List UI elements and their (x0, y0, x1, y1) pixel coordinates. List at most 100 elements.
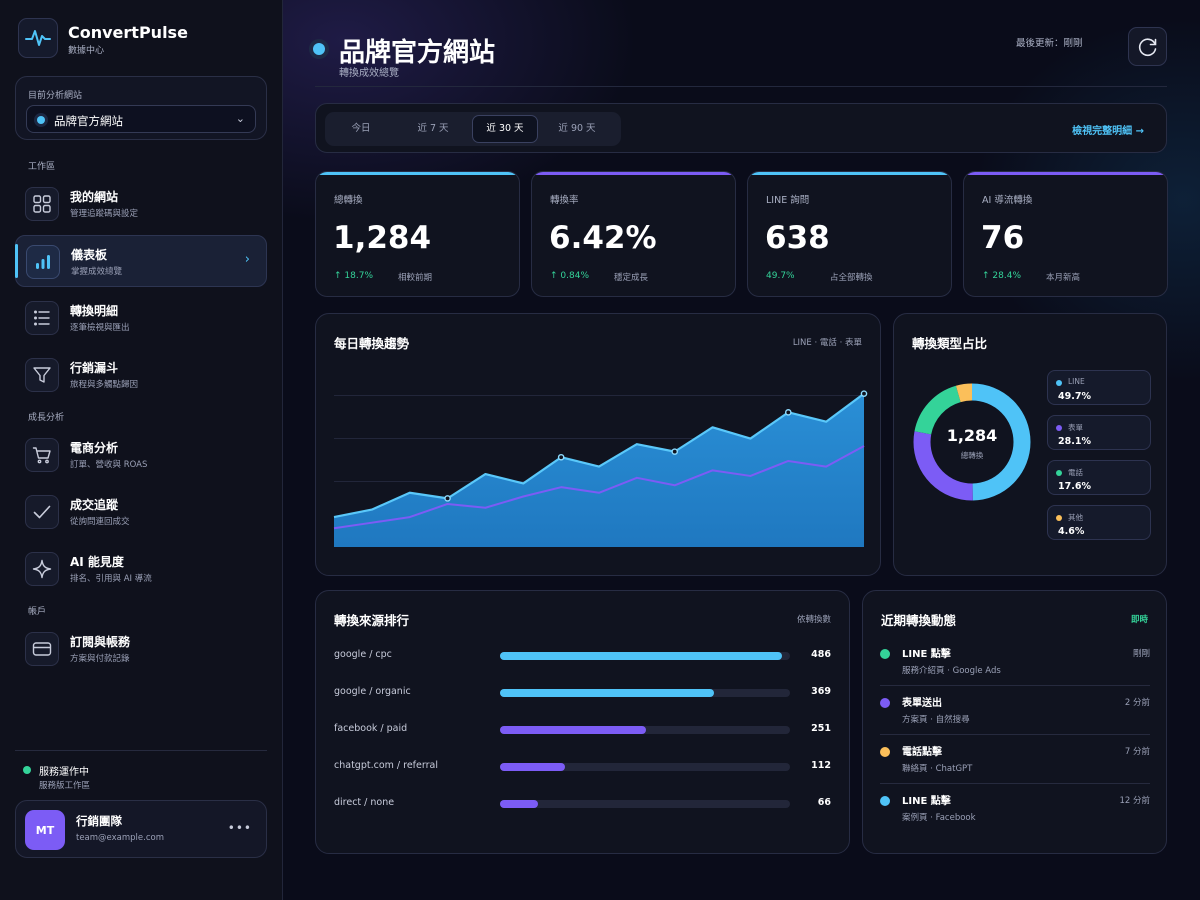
activity-dot (880, 747, 890, 757)
legend-value: 17.6% (1058, 481, 1091, 492)
source-value: 66 (817, 797, 831, 808)
sidebar: ConvertPulse 數據中心 目前分析網站 品牌官方網站 ⌄ 工作區 我的… (0, 0, 283, 900)
legend-dot (1056, 470, 1062, 476)
user-card[interactable]: MT 行銷團隊 team@example.com ••• (15, 800, 267, 858)
live-badge: 即時 (1130, 615, 1148, 625)
refresh-button[interactable] (1128, 27, 1167, 66)
kpi-label: 轉換率 (550, 195, 579, 206)
page-subtitle: 轉換成效總覽 (339, 68, 399, 79)
range-7-days[interactable]: 近 7 天 (400, 115, 466, 143)
nav-title: AI 能見度 (70, 555, 124, 569)
site-dot-icon (37, 116, 45, 124)
more-icon[interactable]: ••• (228, 821, 252, 835)
nav-subtitle: 掌握成效總覽 (71, 267, 123, 277)
source-name: facebook / paid (334, 723, 408, 734)
source-bar (500, 800, 539, 808)
check-icon (25, 495, 59, 529)
kpi-value: 638 (765, 220, 830, 256)
kpi-note: 穩定成長 (614, 273, 649, 283)
kpi-value: 76 (981, 220, 1025, 256)
donut-center-value: 1,284 (946, 426, 998, 445)
range-today[interactable]: 今日 (328, 115, 394, 143)
series-area (334, 393, 864, 547)
range-90-days[interactable]: 近 90 天 (544, 115, 610, 143)
nav-subtitle: 逐筆檢視與匯出 (70, 323, 130, 333)
site-select-value: 品牌官方網站 (54, 114, 123, 128)
nav-item-funnel[interactable]: 行銷漏斗 旅程與多觸點歸因 (15, 349, 267, 401)
view-details-link[interactable]: 檢視完整明細 → (1072, 122, 1144, 137)
nav-item-dashboard[interactable]: 儀表板 掌握成效總覽 › (15, 235, 267, 287)
kpi-value: 6.42% (549, 220, 657, 256)
source-bar-track (500, 763, 790, 771)
kpi-accent-bar (748, 172, 951, 175)
sources-title: 轉換來源排行 (334, 613, 410, 628)
site-select[interactable]: 品牌官方網站 ⌄ (26, 105, 256, 133)
last-update: 最後更新：剛剛 (1016, 38, 1083, 49)
nav-title: 我的網站 (70, 190, 119, 204)
legend-phone: 電話 17.6% (1047, 460, 1151, 495)
logo (18, 18, 58, 58)
nav-subtitle: 訂單、營收與 ROAS (70, 460, 148, 470)
nav-item-conversion-details[interactable]: 轉換明細 逐筆檢視與匯出 (15, 292, 267, 344)
nav-subtitle: 管理追蹤碼與設定 (70, 209, 139, 219)
chevron-right-icon: › (244, 252, 250, 267)
range-30-days[interactable]: 近 30 天 (472, 115, 538, 143)
activity-title: 近期轉換動態 (881, 613, 957, 628)
section-account: 帳戶 (28, 607, 47, 617)
activity-title-text: LINE 點擊 (902, 796, 951, 807)
header-divider (315, 86, 1167, 87)
legend-value: 49.7% (1058, 391, 1091, 402)
refresh-icon (1138, 37, 1156, 56)
kpi-accent-bar (316, 172, 519, 175)
activity-time: 7 分前 (1124, 747, 1150, 757)
activity-sub: 服務介紹頁 · Google Ads (902, 666, 1001, 676)
type-share-panel: 轉換類型占比 1,284 總轉換 LINE 49.7% 表單 28.1% 電話 … (893, 313, 1167, 576)
source-name: chatgpt.com / referral (334, 760, 438, 771)
sidebar-divider (15, 750, 267, 751)
legend-name: 其他 (1068, 513, 1083, 522)
user-name: 行銷團隊 (76, 814, 122, 828)
source-bar (500, 763, 565, 771)
nav-subtitle: 方案與付款記錄 (70, 654, 130, 664)
source-name: google / organic (334, 686, 411, 697)
service-status-sub: 服務版工作區 (39, 781, 91, 791)
section-workspace: 工作區 (28, 162, 56, 172)
nav-title: 訂閱與帳務 (70, 635, 131, 649)
kpi-delta: ↑ 0.84% (550, 271, 589, 281)
nav-item-billing[interactable]: 訂閱與帳務 方案與付款記錄 (15, 623, 267, 675)
kpi-label: LINE 詢問 (766, 195, 810, 206)
source-value: 251 (811, 723, 831, 734)
data-point (784, 409, 792, 416)
source-value: 369 (811, 686, 831, 697)
nav-item-ecommerce[interactable]: 電商分析 訂單、營收與 ROAS (15, 429, 267, 481)
type-share-title: 轉換類型占比 (912, 336, 988, 351)
activity-divider (880, 783, 1150, 784)
kpi-accent-bar (532, 172, 735, 175)
nav-subtitle: 從詢問連回成交 (70, 517, 130, 527)
nav-item-my-sites[interactable]: 我的網站 管理追蹤碼與設定 (15, 178, 267, 230)
nav-title: 成交追蹤 (70, 498, 119, 512)
nav-title: 儀表板 (71, 248, 108, 262)
funnel-icon (25, 358, 59, 392)
source-bar (500, 726, 646, 734)
kpi-delta: ↑ 28.4% (982, 271, 1021, 281)
status-dot-icon (23, 766, 31, 774)
kpi-note: 相較前期 (398, 273, 433, 283)
sources-sort-label[interactable]: 依轉換數 (797, 613, 831, 625)
source-value: 486 (811, 649, 831, 660)
activity-dot (880, 649, 890, 659)
legend-value: 28.1% (1058, 436, 1091, 447)
filter-bar: 今日 近 7 天 近 30 天 近 90 天 檢視完整明細 → (315, 103, 1167, 153)
avatar: MT (25, 810, 65, 850)
user-email: team@example.com (76, 833, 164, 843)
data-point (444, 495, 451, 502)
activity-item[interactable]: LINE 點擊 案例頁 · Facebook 12 分前 (880, 791, 1150, 840)
nav-item-deal-tracking[interactable]: 成交追蹤 從詢問連回成交 (15, 486, 267, 538)
kpi-accent-bar (964, 172, 1167, 175)
activity-time: 12 分前 (1119, 796, 1150, 806)
activity-sub: 方案頁 · 自然搜尋 (902, 715, 970, 725)
kpi-label: 總轉換 (334, 195, 363, 206)
nav-item-ai-visibility[interactable]: AI 能見度 排名、引用與 AI 導流 (15, 543, 267, 595)
kpi-label: AI 導流轉換 (982, 195, 1033, 206)
kpi-card-ai-conversions: AI 導流轉換 76 ↑ 28.4% 本月新高 (963, 171, 1168, 297)
